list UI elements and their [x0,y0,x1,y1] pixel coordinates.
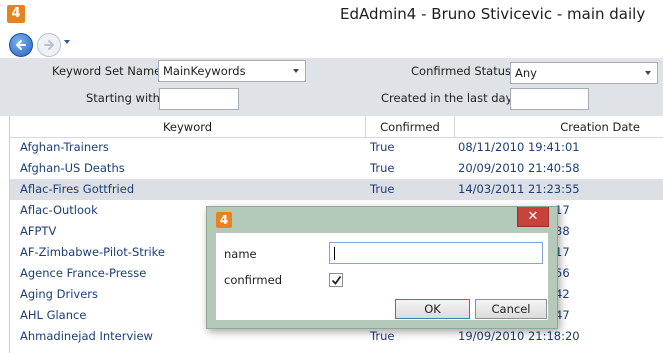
starting-with-input[interactable] [159,88,239,110]
close-icon: ✕ [527,209,539,224]
dialog-titlebar[interactable]: 4 ✕ [207,207,557,231]
back-button[interactable] [9,33,33,57]
grid-header: Keyword Confirmed Creation Date [10,116,663,138]
app-logo-icon: 4 [216,212,232,228]
cancel-button[interactable]: Cancel [475,299,547,319]
starting-with-label: Starting with: [86,91,164,105]
filter-panel: Keyword Set Name: MainKeywords Confirmed… [0,58,663,116]
text-caret [334,247,335,260]
checkmark-icon [331,275,342,285]
creation-date-cell: 08/11/2010 19:41:01 [458,140,580,154]
navigation-bar [0,30,663,58]
ok-button[interactable]: OK [395,299,470,319]
keyword-cell: AHL Glance [20,308,87,322]
column-header-creation-date[interactable]: Creation Date [455,120,663,134]
table-row[interactable]: Ahmadinejad Interview True 19/09/2010 21… [10,326,663,347]
arrow-left-icon [16,40,26,50]
name-label: name [224,247,257,261]
confirmed-cell: True [370,329,395,343]
creation-date-cell: 20/09/2010 21:40:58 [458,161,580,175]
keyword-cell: Aflac-Fires Gottfried [20,182,135,196]
dialog-body: name confirmed OK Cancel [216,233,548,320]
chevron-down-icon [645,71,651,75]
confirmed-status-select[interactable]: Any [510,62,658,84]
history-dropdown-icon[interactable] [64,40,70,44]
creation-date-cell: 14/03/2011 21:23:55 [458,182,580,196]
confirmed-status-label: Confirmed Status: [411,64,515,78]
keyword-cell: Afghan-Trainers [20,140,109,154]
confirmed-status-value: Any [515,66,537,80]
keyword-cell: Aflac-Outlook [20,203,98,217]
edit-keyword-dialog: 4 ✕ name confirmed OK Cancel [206,206,558,329]
column-header-keyword[interactable]: Keyword [10,120,365,134]
window-title: EdAdmin4 - Bruno Stivicevic - main daily [340,5,646,23]
creation-date-cell: 19/09/2010 21:18:20 [458,329,580,343]
keyword-cell: Afghan-US Deaths [20,161,125,175]
window-titlebar: 4 EdAdmin4 - Bruno Stivicevic - main dai… [0,0,663,30]
confirmed-checkbox[interactable] [329,273,343,287]
confirmed-cell: True [370,161,395,175]
app-logo-icon: 4 [7,5,25,23]
created-last-days-label: Created in the last days [381,91,519,105]
confirmed-label: confirmed [224,273,282,287]
arrow-right-icon [44,40,54,50]
table-row[interactable]: Afghan-Trainers True 08/11/2010 19:41:01 [10,137,663,158]
created-last-days-input[interactable] [510,88,589,110]
keyword-cell: AFPTV [20,224,57,238]
table-row[interactable]: Afghan-US Deaths True 20/09/2010 21:40:5… [10,158,663,179]
keyword-cell: Ahmadinejad Interview [20,329,153,343]
column-header-confirmed[interactable]: Confirmed [366,120,454,134]
confirmed-cell: True [370,182,395,196]
name-input[interactable] [329,242,543,264]
chevron-down-icon [293,69,299,73]
table-row-selected[interactable]: Aflac-Fires Gottfried True 14/03/2011 21… [10,179,663,200]
confirmed-cell: True [370,140,395,154]
keyword-set-value: MainKeywords [163,64,246,78]
dialog-close-button[interactable]: ✕ [517,207,549,227]
keyword-cell: AF-Zimbabwe-Pilot-Strike [20,245,166,259]
keyword-cell: Agence France-Presse [20,266,147,280]
keyword-set-label: Keyword Set Name: [52,64,166,78]
keyword-cell: Aging Drivers [20,287,98,301]
forward-button[interactable] [37,33,61,57]
keyword-set-select[interactable]: MainKeywords [158,60,306,82]
